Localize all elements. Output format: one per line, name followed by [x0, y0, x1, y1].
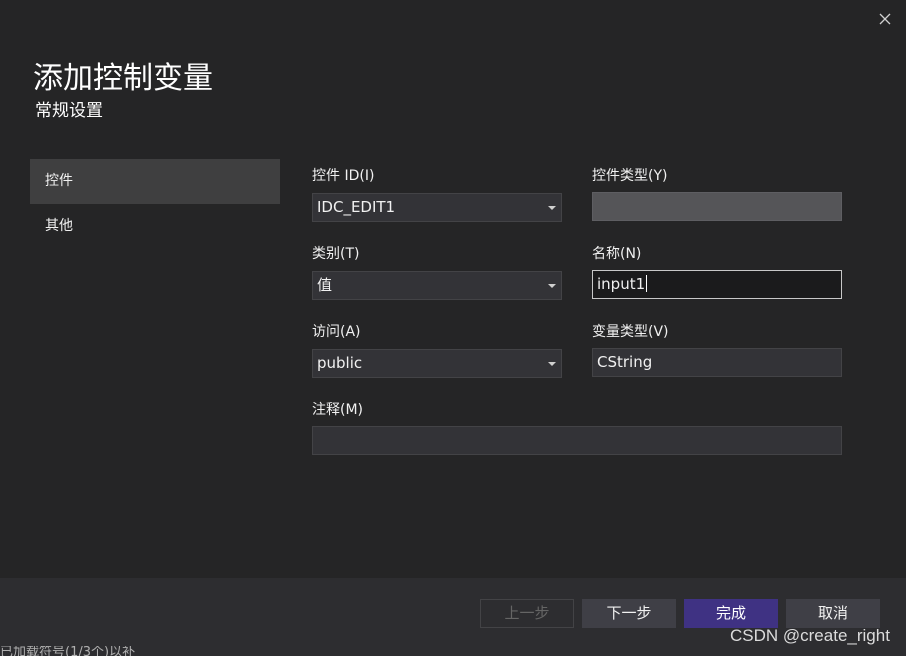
chevron-down-icon [548, 206, 556, 210]
nav-item-other[interactable]: 其他 [30, 204, 280, 249]
name-field[interactable]: input1 [592, 270, 842, 299]
watermark: CSDN @create_right [730, 626, 890, 645]
access-value: public [317, 354, 363, 372]
text-cursor [646, 274, 648, 292]
comment-label: 注释(M) [312, 402, 364, 418]
close-icon [879, 13, 891, 25]
back-button[interactable]: 上一步 [480, 599, 574, 628]
access-combobox[interactable]: public [312, 349, 562, 378]
name-label: 名称(N) [592, 246, 642, 262]
variable-type-field[interactable]: CString [592, 348, 842, 377]
control-id-label: 控件 ID(I) [312, 168, 375, 184]
add-control-variable-dialog: 添加控制变量 常规设置 控件 其他 控件 ID(I) IDC_EDIT1 控件类… [0, 0, 906, 656]
category-combobox[interactable]: 值 [312, 271, 562, 300]
next-button[interactable]: 下一步 [582, 599, 676, 628]
close-button[interactable] [874, 8, 896, 30]
finish-button[interactable]: 完成 [684, 599, 778, 628]
category-value: 值 [317, 276, 333, 294]
control-type-label: 控件类型(Y) [592, 168, 668, 184]
dialog-subtitle: 常规设置 [35, 101, 103, 121]
chevron-down-icon [548, 284, 556, 288]
access-label: 访问(A) [312, 324, 361, 340]
sidebar-nav: 控件 其他 [30, 159, 280, 249]
chevron-down-icon [548, 362, 556, 366]
cancel-button[interactable]: 取消 [786, 599, 880, 628]
name-value: input1 [597, 275, 646, 293]
variable-type-value: CString [597, 353, 653, 371]
dialog-title: 添加控制变量 [33, 61, 213, 96]
control-id-combobox[interactable]: IDC_EDIT1 [312, 193, 562, 222]
control-id-value: IDC_EDIT1 [317, 198, 396, 216]
control-type-field [592, 192, 842, 221]
status-bar-text: 已加载符号(1/3个)以补 [0, 646, 136, 656]
category-label: 类别(T) [312, 246, 360, 262]
variable-type-label: 变量类型(V) [592, 324, 669, 340]
nav-item-control[interactable]: 控件 [30, 159, 280, 204]
comment-field[interactable] [312, 426, 842, 455]
